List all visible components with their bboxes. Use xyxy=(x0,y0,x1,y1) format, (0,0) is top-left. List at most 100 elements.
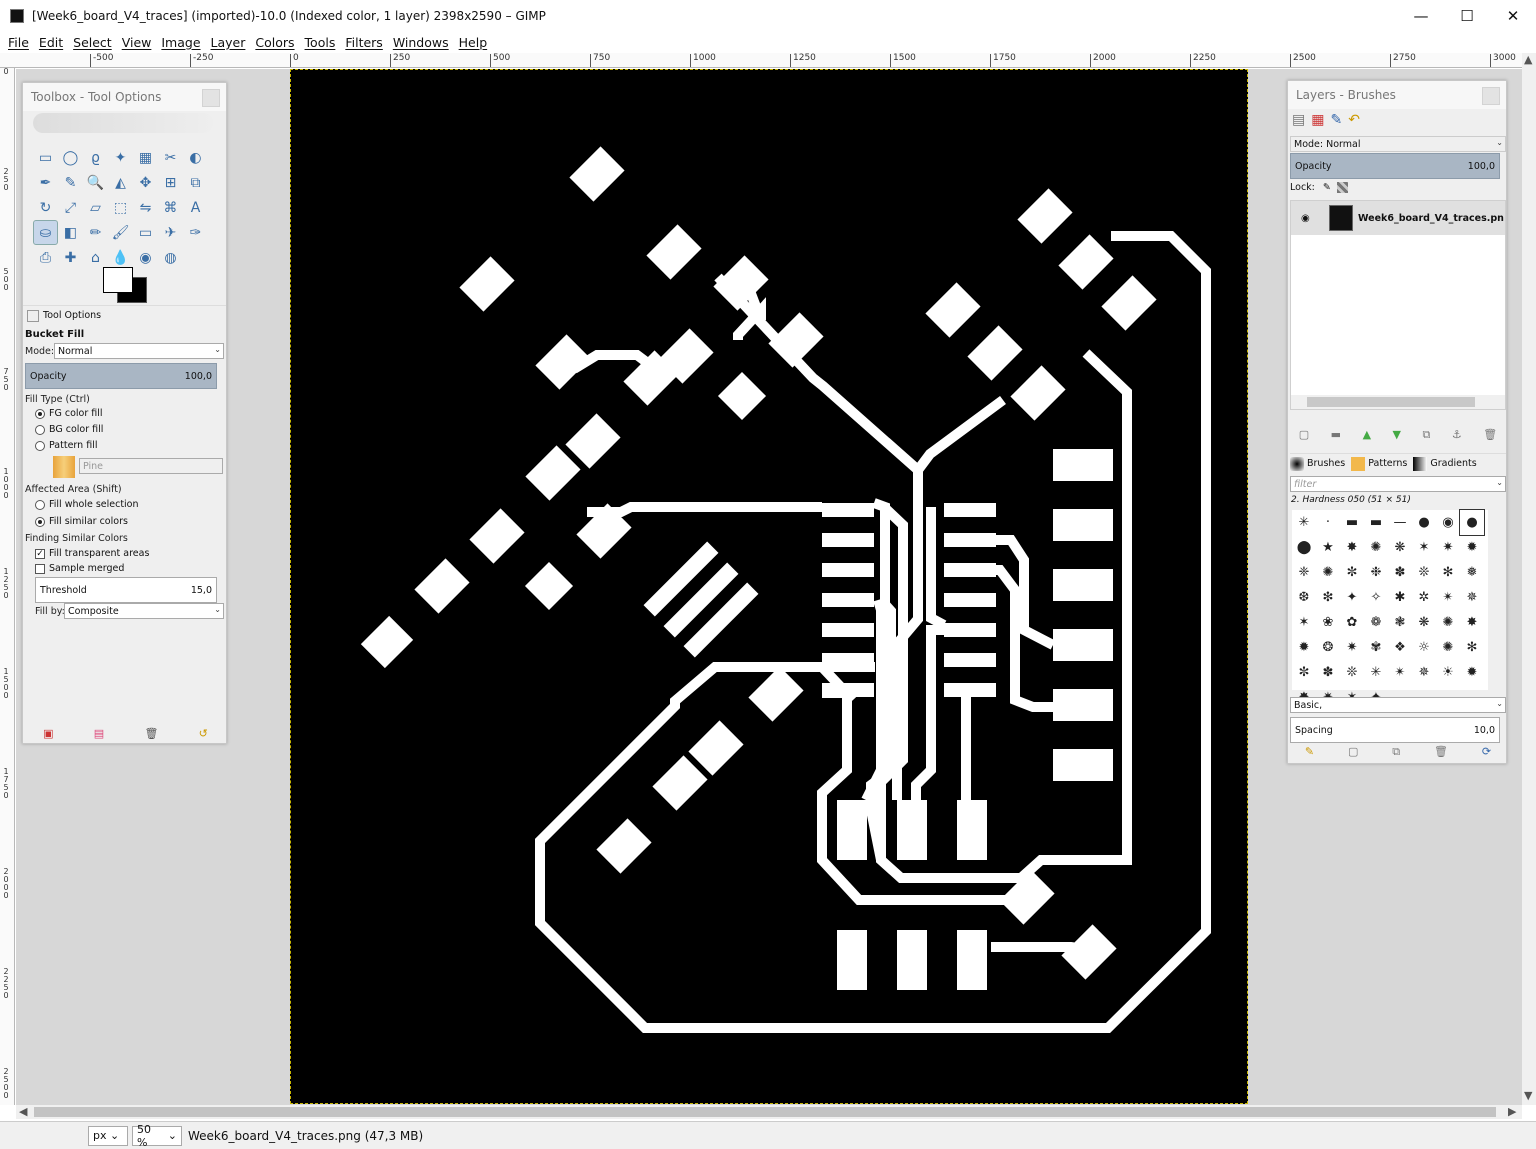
scroll-down-icon[interactable]: ▼ xyxy=(1524,1089,1532,1102)
delete-brush-icon[interactable]: 🗑 xyxy=(1434,745,1448,759)
brush-swatch[interactable]: ❉ xyxy=(1364,560,1388,585)
brush-swatch[interactable]: ✻ xyxy=(1436,560,1460,585)
brush-swatch[interactable]: ✹ xyxy=(1460,660,1484,685)
pencil-tool-icon[interactable]: ✏ xyxy=(83,220,108,245)
brush-swatch[interactable]: ❂ xyxy=(1316,635,1340,660)
brush-swatch[interactable]: ❇ xyxy=(1316,585,1340,610)
pattern-swatch[interactable] xyxy=(53,456,75,478)
layer-opacity-slider[interactable]: Opacity 100,0 xyxy=(1290,153,1500,179)
ink-tool-icon[interactable]: ✑ xyxy=(183,220,208,245)
clone-tool-icon[interactable]: ⎙ xyxy=(33,245,58,270)
menu-view[interactable]: View xyxy=(118,35,156,50)
menu-layer[interactable]: Layer xyxy=(207,35,250,50)
brush-swatch[interactable]: ✳ xyxy=(1364,660,1388,685)
brush-swatch[interactable]: ✺ xyxy=(1316,560,1340,585)
scissors-tool-icon[interactable]: ✂ xyxy=(158,145,183,170)
brush-swatch[interactable]: ✻ xyxy=(1460,635,1484,660)
ellipse-select-tool-icon[interactable]: ◯ xyxy=(58,145,83,170)
brush-swatch[interactable]: ☼ xyxy=(1412,635,1436,660)
brush-swatch[interactable]: ❋ xyxy=(1412,610,1436,635)
menu-file[interactable]: File xyxy=(4,35,33,50)
crop-tool-icon[interactable]: ⧉ xyxy=(183,170,208,195)
brush-swatch[interactable]: ✹ xyxy=(1460,535,1484,560)
brush-swatch[interactable]: ❀ xyxy=(1316,610,1340,635)
brush-swatch[interactable]: ✽ xyxy=(1388,560,1412,585)
restore-options-icon[interactable]: ▤ xyxy=(94,727,104,740)
threshold-slider[interactable]: Threshold 15,0 xyxy=(35,577,217,603)
brush-swatch[interactable]: ▬ xyxy=(1340,510,1364,535)
brush-swatch[interactable]: ✸ xyxy=(1340,535,1364,560)
save-options-icon[interactable]: ▣ xyxy=(43,727,53,740)
blend-tool-icon[interactable]: ◧ xyxy=(58,220,83,245)
measure-tool-icon[interactable]: ◭ xyxy=(108,170,133,195)
brush-swatch[interactable]: ● xyxy=(1412,510,1436,535)
maximize-button[interactable]: ☐ xyxy=(1444,0,1490,31)
brushes-tab[interactable]: Brushes xyxy=(1290,456,1345,471)
fg-bg-colors[interactable] xyxy=(103,267,149,303)
brush-swatch[interactable]: ✦ xyxy=(1340,585,1364,610)
menu-edit[interactable]: Edit xyxy=(35,35,67,50)
delete-options-icon[interactable]: 🗑 xyxy=(144,727,158,740)
pcb-trace-image[interactable] xyxy=(290,69,1248,1104)
brush-swatch[interactable]: ◉ xyxy=(1436,510,1460,535)
menu-image[interactable]: Image xyxy=(157,35,204,50)
brush-swatch[interactable]: ★ xyxy=(1316,535,1340,560)
airbrush-tool-icon[interactable]: ✈ xyxy=(158,220,183,245)
align-tool-icon[interactable]: ⊞ xyxy=(158,170,183,195)
horizontal-scrollbar[interactable]: ◀ ▶ xyxy=(16,1105,1522,1119)
fill-by-select[interactable]: Composite ⌄ xyxy=(64,603,224,619)
brush-swatch[interactable]: ❈ xyxy=(1292,560,1316,585)
menu-filters[interactable]: Filters xyxy=(341,35,386,50)
close-button[interactable]: ✕ xyxy=(1490,0,1536,31)
refresh-brushes-icon[interactable]: ⟳ xyxy=(1482,745,1491,759)
new-brush-icon[interactable]: ▢ xyxy=(1348,745,1358,759)
brush-swatch[interactable]: — xyxy=(1388,510,1412,535)
brush-swatch[interactable]: · xyxy=(1316,510,1340,535)
menu-help[interactable]: Help xyxy=(455,35,492,50)
heal-tool-icon[interactable]: ✚ xyxy=(58,245,83,270)
brush-filter-input[interactable]: filter ⌄ xyxy=(1290,476,1506,492)
unit-selector[interactable]: px ⌄ xyxy=(88,1125,128,1146)
brush-swatch[interactable]: ✺ xyxy=(1364,535,1388,560)
foreground-select-tool-icon[interactable]: ◐ xyxy=(183,145,208,170)
brush-swatch[interactable]: ✵ xyxy=(1460,585,1484,610)
eye-icon[interactable]: ◉ xyxy=(1301,213,1310,224)
raise-layer-icon[interactable]: ▲ xyxy=(1363,428,1371,442)
brush-swatch[interactable]: ✶ xyxy=(1412,535,1436,560)
brush-swatch[interactable]: ✲ xyxy=(1412,585,1436,610)
dodge-burn-tool-icon[interactable]: ◍ xyxy=(158,245,183,270)
paths-tab-icon[interactable]: ✎ xyxy=(1330,112,1342,128)
brush-swatch[interactable]: ✾ xyxy=(1364,635,1388,660)
menu-select[interactable]: Select xyxy=(69,35,116,50)
scroll-up-icon[interactable]: ▲ xyxy=(1524,53,1532,66)
horizontal-ruler[interactable]: -500 -250 0 250 500 750 1000 1250 1500 1750 2000 22… xyxy=(0,53,1522,68)
duplicate-layer-icon[interactable]: ⧉ xyxy=(1423,428,1431,442)
layer-list[interactable]: ◉ Week6_board_V4_traces.pn xyxy=(1290,200,1506,410)
brush-swatch[interactable]: ⬤ xyxy=(1292,535,1316,560)
shear-tool-icon[interactable]: ▱ xyxy=(83,195,108,220)
scale-tool-icon[interactable]: ⤢ xyxy=(58,195,83,220)
duplicate-brush-icon[interactable]: ⧉ xyxy=(1392,745,1400,759)
brush-swatch[interactable]: ✷ xyxy=(1436,535,1460,560)
brush-swatch[interactable]: ✿ xyxy=(1340,610,1364,635)
layer-name[interactable]: Week6_board_V4_traces.pn xyxy=(1358,213,1504,224)
sample-merged-checkbox[interactable]: Sample merged xyxy=(35,563,124,574)
rotate-tool-icon[interactable]: ↻ xyxy=(33,195,58,220)
delete-layer-icon[interactable]: 🗑 xyxy=(1483,428,1497,442)
opacity-slider[interactable]: Opacity 100,0 xyxy=(25,363,217,389)
brush-swatch[interactable]: ✷ xyxy=(1340,635,1364,660)
rect-select-tool-icon[interactable]: ▭ xyxy=(33,145,58,170)
horizontal-scroll-thumb[interactable] xyxy=(34,1107,1496,1117)
zoom-tool-icon[interactable]: 🔍 xyxy=(83,170,108,195)
eraser-tool-icon[interactable]: ▭ xyxy=(133,220,158,245)
mode-select[interactable]: Normal ⌄ xyxy=(54,343,224,359)
bucket-fill-tool-icon[interactable]: ⛀ xyxy=(33,220,58,245)
reset-options-icon[interactable]: ↺ xyxy=(199,727,208,740)
brush-swatch[interactable]: ✱ xyxy=(1388,585,1412,610)
brush-swatch[interactable]: ✵ xyxy=(1412,660,1436,685)
fuzzy-select-tool-icon[interactable]: ✦ xyxy=(108,145,133,170)
brush-swatch[interactable]: ✺ xyxy=(1436,635,1460,660)
tool-options-tab[interactable]: Tool Options xyxy=(23,305,226,325)
brush-swatch[interactable]: ✶ xyxy=(1292,610,1316,635)
brush-tag-input[interactable]: Basic, ⌄ xyxy=(1290,697,1506,713)
